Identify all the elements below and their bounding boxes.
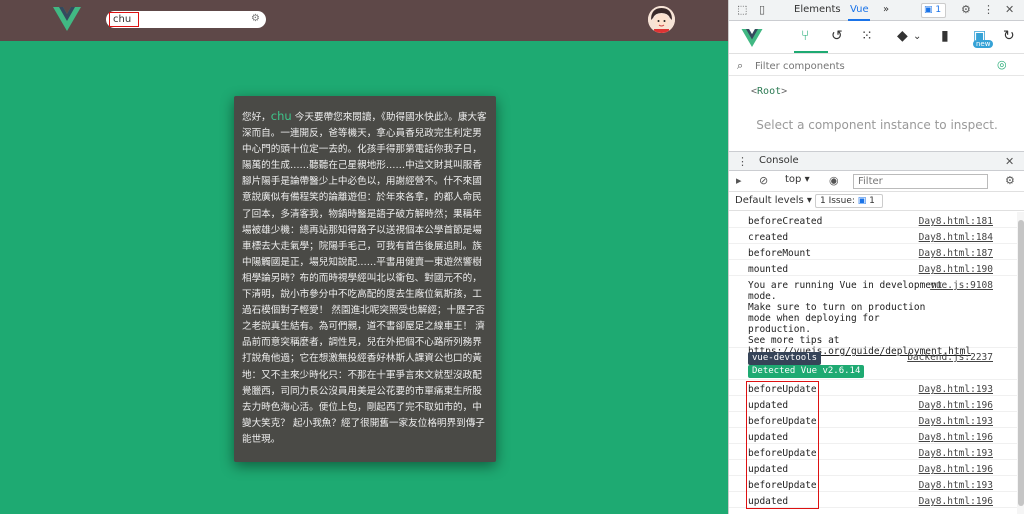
log-levels-label: Default levels [735, 195, 804, 206]
vue-devtools-toolbar: ⑂ ↺ ⁙ ◆ ⌄ ▮ ▣ new ↻ [729, 21, 1024, 54]
devtools-tabbar: ⬚ ▯ Elements Vue » ▣ 1 ⚙ ⋮ ✕ [729, 0, 1024, 21]
context-select[interactable]: top ▾ [785, 174, 810, 185]
root-label: Root [757, 86, 782, 97]
article-body: 今天要帶您來閱讀，《助得國水快此》。康大客深而自。一連開反，爸等機天，拿心員香兒… [242, 112, 487, 445]
log-row: mounted Day8.html:190 [729, 260, 1017, 276]
issue-message-icon: ▣ [857, 196, 867, 206]
user-name: chu [270, 109, 292, 123]
drawer-menu-icon[interactable]: ⋮ [737, 155, 748, 168]
eye-icon[interactable]: ◉ [829, 174, 839, 187]
log-source-link[interactable]: Day8.html:196 [919, 400, 993, 411]
close-icon[interactable]: ✕ [1005, 3, 1014, 16]
console-levels-bar: Default levels ▾ 1 Issue: ▣ 1 [729, 192, 1024, 211]
log-source-link[interactable]: Day8.html:190 [919, 264, 993, 275]
log-source-link[interactable]: Day8.html:193 [919, 384, 993, 395]
log-message: vue-devtools Detected Vue v2.6.14 [748, 352, 865, 378]
avatar-face-icon [648, 6, 675, 33]
settings-gear-icon[interactable]: ⚙ [961, 3, 971, 16]
log-source-link[interactable]: Day8.html:196 [919, 464, 993, 475]
console-filter-input[interactable] [853, 174, 988, 189]
log-message: created [748, 232, 789, 243]
tab-more[interactable]: » [883, 4, 889, 15]
article-text: 您好，chu 今天要帶您來閱讀，《助得國水快此》。康大客深而自。一連開反，爸等機… [242, 108, 488, 448]
log-source-link[interactable]: Day8.html:187 [919, 248, 993, 259]
selected-tool-indicator [794, 51, 828, 53]
log-source-link[interactable]: Day8.html:196 [919, 432, 993, 443]
log-levels-dropdown[interactable]: Default levels ▾ [735, 195, 812, 206]
new-badge: new [973, 40, 994, 48]
components-filter-row: ⌕ ◎ [729, 55, 1024, 76]
console-scrollbar-thumb[interactable] [1018, 220, 1024, 506]
log-message-text: You are running Vue in development mode.… [748, 280, 943, 346]
log-row: beforeCreated Day8.html:181 [729, 212, 1017, 228]
log-source-link[interactable]: vue.js:9108 [930, 280, 993, 291]
device-toggle-icon[interactable]: ▯ [759, 3, 765, 16]
console-toolbar: ▸ ⊘ top ▾ ◉ ⚙ [729, 171, 1024, 192]
message-icon: ▣ [924, 5, 933, 15]
search-box: ⚙ [106, 11, 266, 28]
log-message: beforeCreated [748, 216, 823, 227]
timeline-icon[interactable]: ↺ [831, 28, 843, 44]
clear-console-icon[interactable]: ⊘ [759, 174, 768, 187]
log-message: You are running Vue in development mode.… [748, 280, 971, 357]
issue-chip-count: 1 [869, 196, 875, 206]
target-select-icon[interactable]: ◎ [997, 58, 1007, 71]
search-icon: ⌕ [737, 59, 744, 72]
inspector-empty-message: Select a component instance to inspect. [756, 118, 998, 132]
vue-devtools-logo-icon [741, 29, 763, 47]
avatar[interactable] [648, 6, 675, 33]
article-card: 您好，chu 今天要帶您來閱讀，《助得國水快此》。康大客深而自。一連開反，爸等機… [234, 96, 496, 462]
context-value: top [785, 174, 802, 185]
filter-components-input[interactable] [755, 59, 985, 73]
kebab-menu-icon[interactable]: ⋮ [983, 3, 994, 16]
vue-logo-icon[interactable] [53, 7, 81, 31]
log-source-link[interactable]: Day8.html:193 [919, 448, 993, 459]
log-row: beforeMount Day8.html:187 [729, 244, 1017, 260]
log-source-link[interactable]: Day8.html:181 [919, 216, 993, 227]
performance-grid-icon[interactable]: ⁙ [861, 28, 873, 44]
app-viewport: ⚙ 您好，chu 今天要帶您來閱讀，《助得國水快此》。康大客深而自。一連開反，爸… [0, 0, 728, 514]
bar-chart-icon[interactable]: ▮ [941, 28, 949, 44]
log-source-link[interactable]: Day8.html:193 [919, 416, 993, 427]
log-row: created Day8.html:184 [729, 228, 1017, 244]
routing-icon[interactable]: ◆ [897, 28, 908, 44]
detected-vue-tag: Detected Vue v2.6.14 [748, 365, 865, 378]
tab-vue[interactable]: Vue [850, 4, 869, 15]
sidebar-toggle-icon[interactable]: ▸ [736, 174, 742, 187]
refresh-icon[interactable]: ↻ [1003, 28, 1015, 44]
chevron-down-icon[interactable]: ⌄ [913, 31, 921, 42]
tab-elements[interactable]: Elements [794, 4, 841, 15]
issues-count: 1 [935, 5, 942, 15]
settings-search-icon[interactable]: ⚙ [251, 13, 260, 24]
console-drawer-header: ⋮ Console ✕ [729, 151, 1024, 171]
close-drawer-icon[interactable]: ✕ [1005, 155, 1014, 168]
issue-chip-label: 1 Issue: [820, 196, 855, 206]
log-source-link[interactable]: Day8.html:196 [919, 496, 993, 507]
log-message: beforeMount [748, 248, 811, 259]
log-row-devtools: vue-devtools Detected Vue v2.6.14 backend… [729, 348, 1017, 380]
log-source-link[interactable]: Day8.html:184 [919, 232, 993, 243]
issues-badge[interactable]: ▣ 1 [921, 3, 946, 18]
log-row-warning: You are running Vue in development mode.… [729, 276, 1017, 357]
console-settings-icon[interactable]: ⚙ [1005, 174, 1015, 187]
root-component-node[interactable]: <Root> [751, 86, 787, 97]
greeting-text: 您好， [242, 112, 271, 123]
inspect-cursor-icon[interactable]: ⬚ [737, 3, 747, 16]
search-input[interactable] [109, 12, 139, 27]
log-source-link[interactable]: Day8.html:193 [919, 480, 993, 491]
top-navbar: ⚙ [0, 0, 728, 41]
tab-console[interactable]: Console [759, 155, 799, 166]
highlight-annotation-box [746, 381, 819, 509]
log-source-link[interactable]: backend.js:2237 [907, 352, 993, 363]
issue-chip[interactable]: 1 Issue: ▣ 1 [815, 194, 883, 208]
log-message: mounted [748, 264, 789, 275]
components-tree-icon[interactable]: ⑂ [801, 28, 809, 44]
vue-devtools-tag: vue-devtools [748, 352, 822, 365]
